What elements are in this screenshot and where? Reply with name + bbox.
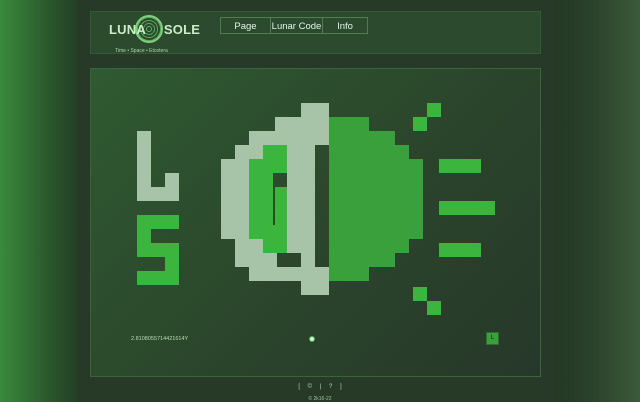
footer-help-link[interactable]: ? <box>329 384 332 390</box>
sun-half-glyph <box>329 117 423 281</box>
nav-item-page[interactable]: Page <box>220 17 271 34</box>
main-nav: Page Lunar Code Info <box>220 17 368 34</box>
footer-bracket-close: ] <box>340 384 342 390</box>
logo-text-right: SOLE <box>163 22 201 37</box>
footer-bracket-open: [ <box>298 384 300 390</box>
coordinate-readout: 2.8108055714421614Y <box>131 336 189 342</box>
left-gradient-strip <box>0 0 78 402</box>
footer-note: © 2k16-22 <box>308 396 332 402</box>
luna-sole-pixel-art <box>137 103 495 315</box>
moon-inner-shade <box>249 145 287 253</box>
footer-separator: | <box>319 384 322 390</box>
letter-l-glyph <box>137 131 179 201</box>
footer-links: [ © | ? ] <box>0 384 640 390</box>
footer-copyright-link[interactable]: © <box>308 384 312 390</box>
corner-toggle-button[interactable]: L <box>486 332 499 345</box>
nav-item-info[interactable]: Info <box>323 17 368 34</box>
nav-item-lunar-code[interactable]: Lunar Code <box>271 17 323 34</box>
letter-s-glyph <box>137 215 179 285</box>
main-panel: 2.8108055714421614Y L <box>90 68 541 377</box>
logo-text-left: LUNA <box>109 22 146 37</box>
logo[interactable]: LUNA SOLE Time • Space • Etcetera <box>107 15 227 54</box>
sun-rays <box>413 103 495 315</box>
right-gradient-strip <box>554 0 640 402</box>
tagline: Time • Space • Etcetera <box>115 48 168 54</box>
logo-text: LUNA SOLE <box>109 22 200 37</box>
location-marker-icon[interactable] <box>307 335 315 343</box>
